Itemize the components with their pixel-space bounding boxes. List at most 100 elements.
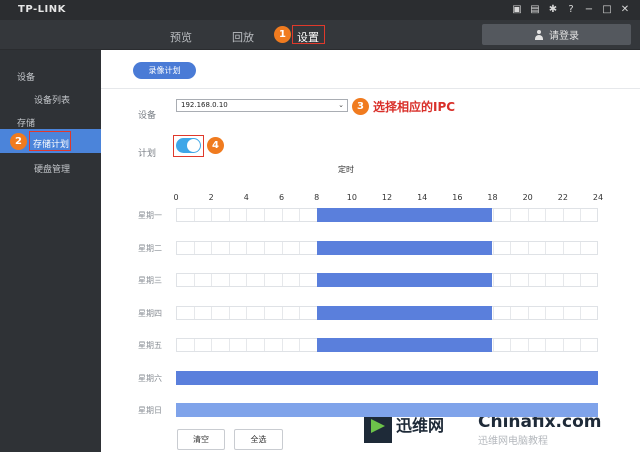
annotation-frame-storage-plan [29,131,71,151]
schedule-row[interactable] [176,273,598,287]
annotation-badge-4: 4 [207,137,224,154]
schedule-row[interactable] [176,208,598,222]
cell-divider [580,209,582,221]
window-controls: ▣ ▤ ✱ ? − □ ✕ [508,3,634,17]
device-label: 设备 [138,111,157,121]
close-icon[interactable]: ✕ [616,3,634,17]
annotation-badge-1: 1 [274,26,291,43]
hour-tick-label: 24 [592,193,604,202]
sidebar: 设备 设备列表 存储 存储计划 硬盘管理 [0,50,101,452]
schedule-fill[interactable] [316,208,493,222]
select-all-button[interactable]: 全选 [234,429,283,450]
schedule-row[interactable] [176,403,598,417]
cell-divider [492,306,494,319]
plan-label: 计划 [138,149,157,159]
cell-divider [545,209,547,221]
cell-divider [562,339,564,351]
cell-divider [527,241,529,254]
hour-tick-label: 2 [208,193,214,202]
schedule-fill[interactable] [316,305,493,320]
record-plan-button[interactable]: 录像计划 [133,62,196,79]
maximize-icon[interactable]: □ [598,3,616,17]
schedule-fill[interactable] [176,403,598,417]
cell-divider [562,274,564,286]
app-window: TP-LINK ▣ ▤ ✱ ? − □ ✕ 预览 回放 设置 1 请登录 设备 … [0,0,640,452]
day-label: 星期日 [138,406,162,415]
cell-divider [281,306,283,319]
sidebar-item-device-list[interactable]: 设备列表 [34,93,70,106]
login-button[interactable]: 请登录 [482,24,631,45]
hour-tick-label: 10 [346,193,357,202]
schedule-row[interactable] [176,240,598,255]
schedule-row[interactable] [176,370,598,385]
sidebar-item-disk-manage[interactable]: 硬盘管理 [34,162,70,175]
sidebar-group-device: 设备 [17,73,36,83]
chevron-down-icon: ⌄ [338,101,344,109]
cell-divider [545,306,547,319]
schedule-fill[interactable] [316,273,493,287]
cell-divider [228,306,230,319]
annotation-badge-2: 2 [10,133,27,150]
cell-divider [545,274,547,286]
schedule-title: 定时 [338,165,354,174]
annotation-select-ipc: 选择相应的IPC [373,100,456,114]
cell-divider [228,274,230,286]
day-label: 星期四 [138,308,162,318]
cell-divider [263,339,265,351]
cell-divider [246,339,248,351]
cell-divider [263,209,265,221]
cell-divider [492,241,494,254]
cell-divider [193,209,195,221]
cell-divider [527,209,529,221]
cell-divider [492,339,494,351]
schedule-row[interactable] [176,338,598,352]
cell-divider [299,339,301,351]
cell-divider [545,339,547,351]
help-icon[interactable]: ? [562,3,580,17]
hour-tick-label: 16 [452,193,463,202]
cell-divider [246,274,248,286]
cell-divider [281,274,283,286]
hour-tick-label: 20 [522,193,533,202]
cell-divider [562,306,564,319]
cell-divider [281,339,283,351]
cell-divider [228,241,230,254]
cell-divider [562,209,564,221]
gear-icon[interactable]: ✱ [544,3,562,17]
day-label: 星期六 [138,373,162,383]
schedule-row[interactable] [176,305,598,320]
brand-logo: TP-LINK [18,4,66,15]
day-label: 星期二 [138,243,162,253]
device-select[interactable]: 192.168.0.10 ⌄ [176,99,348,112]
user-icon [534,29,544,40]
cell-divider [510,306,512,319]
schedule-fill[interactable] [316,338,493,352]
cell-divider [263,306,265,319]
cell-divider [527,306,529,319]
cell-divider [211,306,213,319]
cell-divider [246,241,248,254]
cell-divider [246,306,248,319]
cell-divider [299,306,301,319]
cell-divider [281,241,283,254]
annotation-badge-3: 3 [352,98,369,115]
login-label: 请登录 [549,31,579,42]
plan-toggle[interactable] [176,138,201,153]
minimize-icon[interactable]: − [580,3,598,17]
schedule-fill[interactable] [176,370,598,385]
cell-divider [510,241,512,254]
cell-divider [510,209,512,221]
cell-divider [211,241,213,254]
day-label: 星期五 [138,341,162,350]
annotation-frame-settings [292,25,325,44]
layout-icon[interactable]: ▤ [526,3,544,17]
cell-divider [299,274,301,286]
schedule-fill[interactable] [316,240,493,255]
tab-playback[interactable]: 回放 [232,29,254,45]
title-bar: TP-LINK ▣ ▤ ✱ ? − □ ✕ [0,0,640,20]
cell-divider [211,274,213,286]
clear-button[interactable]: 清空 [177,429,225,450]
save-icon[interactable]: ▣ [508,3,526,17]
divider [101,88,640,89]
tab-preview[interactable]: 预览 [170,29,192,45]
